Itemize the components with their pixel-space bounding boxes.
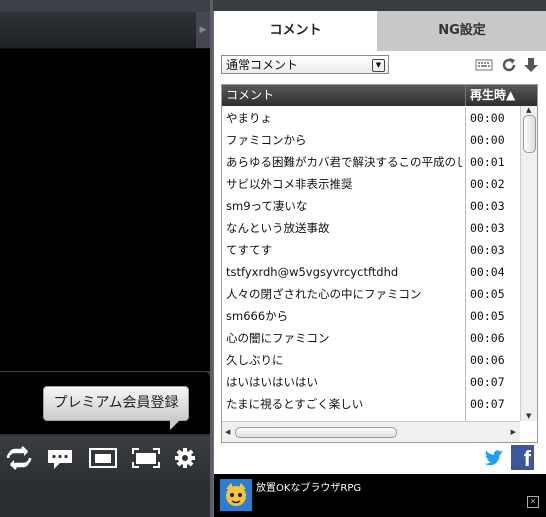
vertical-scroll-thumb[interactable] <box>523 115 536 153</box>
ad-text[interactable]: 放置OKなブラウザRPG <box>256 479 361 494</box>
scroll-up-icon[interactable]: ▲ <box>526 106 531 114</box>
comment-time: 00:03 <box>465 239 520 261</box>
comment-text: やまりょ <box>226 111 272 125</box>
table-row[interactable]: sm9って凄いな 00:03 <box>222 195 520 217</box>
comment-toolbar: 通常コメント ▼ <box>214 51 546 81</box>
toolbar-icons <box>475 57 539 75</box>
window-mode-icon[interactable] <box>88 446 118 470</box>
panel-tabs: コメント NG設定 <box>214 11 546 52</box>
table-row[interactable]: やまりょ 00:00 <box>222 107 520 129</box>
premium-tooltip-pointer <box>170 418 182 430</box>
comment-time: 00:00 <box>465 129 520 151</box>
table-row[interactable]: 久しぶりに 00:06 <box>222 349 520 371</box>
table-row[interactable]: あらゆる困難がカバ君で解決するこの平成のじ 00:01 <box>222 151 520 173</box>
comment-text: sm666から <box>226 309 289 323</box>
comment-time: 00:03 <box>465 195 520 217</box>
comment-text: 心の闇にファミコン <box>226 331 330 345</box>
table-row[interactable]: はいはいはいはい 00:07 <box>222 371 520 393</box>
comment-text: 久しぶりに <box>226 353 284 367</box>
column-header-comment[interactable]: コメント <box>226 85 274 106</box>
table-row[interactable]: 人々の閉ざされた心の中にファミコン 00:05 <box>222 283 520 305</box>
vertical-scrollbar[interactable]: ▲ ▼ <box>520 106 537 421</box>
player-bottom-strip <box>0 488 210 517</box>
keyboard-icon[interactable] <box>475 57 493 76</box>
gear-icon[interactable] <box>172 446 198 470</box>
scroll-down-icon[interactable]: ▼ <box>526 412 531 420</box>
comment-text: ファミコンから <box>226 133 307 147</box>
tab-comment[interactable]: コメント <box>214 11 378 51</box>
close-icon[interactable]: ✕ <box>527 496 539 508</box>
comment-time: 00:03 <box>465 217 520 239</box>
comment-time: 00:05 <box>465 305 520 327</box>
comment-panel: コメント NG設定 通常コメント ▼ コメント 再生時▲ やまりょ 00:00 ファ… <box>213 11 546 517</box>
video-screen[interactable] <box>0 49 210 371</box>
table-row[interactable]: なんという放送事故 00:03 <box>222 217 520 239</box>
comment-list: コメント 再生時▲ やまりょ 00:00 ファミコンから 00:00 あらゆる困難がカバ… <box>221 84 538 443</box>
comment-time: 00:02 <box>465 173 520 195</box>
comment-list-header: コメント 再生時▲ <box>222 85 537 106</box>
reload-icon[interactable] <box>501 57 517 76</box>
table-row[interactable]: ファミコンから 00:00 <box>222 129 520 151</box>
comment-time: 00:07 <box>465 371 520 393</box>
comment-text: はいはいはいはい <box>226 375 318 389</box>
tab-ng-settings[interactable]: NG設定 <box>377 11 546 52</box>
comment-text: てすてす <box>226 243 273 257</box>
fullscreen-icon[interactable] <box>131 446 161 470</box>
comment-time: 00:06 <box>465 327 520 349</box>
comment-time: 00:05 <box>465 283 520 305</box>
table-row[interactable]: tstfyxrdh@w5vgsyvrcyctftdhd 00:04 <box>222 261 520 283</box>
player-title-bar: ▶ <box>0 12 210 49</box>
title-scroll-right-icon[interactable]: ▶ <box>196 12 210 48</box>
loop-icon[interactable] <box>4 446 34 470</box>
comment-text: なんという放送事故 <box>226 221 330 235</box>
comment-bubble-icon[interactable] <box>46 446 76 470</box>
comment-time: 00:00 <box>465 107 520 129</box>
horizontal-scroll-thumb[interactable] <box>235 427 397 438</box>
comment-text: サビ以外コメ非表示推奨 <box>226 177 353 191</box>
comment-time: 00:07 <box>465 393 520 415</box>
table-row[interactable]: たまに視るとすごく楽しい 00:07 <box>222 393 520 415</box>
comment-type-select[interactable]: 通常コメント ▼ <box>221 55 389 74</box>
comment-time: 00:01 <box>465 151 520 173</box>
comment-type-value: 通常コメント <box>226 58 299 72</box>
chevron-down-icon: ▼ <box>372 59 385 72</box>
comment-time: 00:04 <box>465 261 520 283</box>
table-row[interactable]: サビ以外コメ非表示推奨 00:02 <box>222 173 520 195</box>
horizontal-scrollbar[interactable]: ◀ ▶ <box>222 421 520 442</box>
comment-text: たまに視るとすごく楽しい <box>226 397 364 411</box>
social-share-bar: f <box>214 443 546 475</box>
table-row[interactable]: sm666から 00:05 <box>222 305 520 327</box>
premium-signup-button[interactable]: プレミアム会員登録 <box>43 386 189 421</box>
comment-text: tstfyxrdh@w5vgsyvrcyctftdhd <box>226 265 399 279</box>
column-header-time[interactable]: 再生時▲ <box>465 85 537 106</box>
ad-banner[interactable]: 放置OKなブラウザRPG ✕ <box>214 474 546 517</box>
facebook-icon[interactable]: f <box>511 445 534 471</box>
comment-time: 00:06 <box>465 349 520 371</box>
table-row[interactable]: てすてす 00:03 <box>222 239 520 261</box>
scroll-left-icon[interactable]: ◀ <box>225 428 230 436</box>
comment-text: sm9って凄いな <box>226 199 308 213</box>
comment-text: 人々の閉ざされた心の中にファミコン <box>226 287 422 301</box>
video-player: ▶ プレミアム会員登録 <box>0 0 211 517</box>
download-icon[interactable] <box>523 57 539 76</box>
twitter-icon[interactable] <box>483 447 505 472</box>
ad-game-logo[interactable] <box>220 479 252 511</box>
table-row[interactable]: 心の闇にファミコン 00:06 <box>222 327 520 349</box>
comment-text: あらゆる困難がカバ君で解決するこの平成のじ <box>226 155 462 169</box>
scroll-right-icon[interactable]: ▶ <box>511 428 516 436</box>
